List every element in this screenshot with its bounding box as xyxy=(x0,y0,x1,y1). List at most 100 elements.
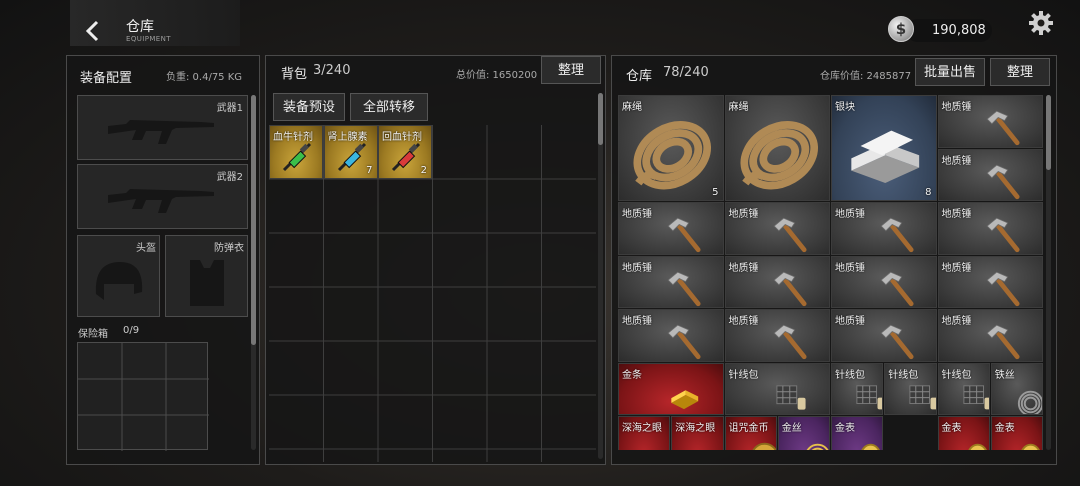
bulk-sell-button[interactable]: 批量出售 xyxy=(915,58,985,86)
item-name: 地质锤 xyxy=(835,209,865,220)
warehouse-item-slot[interactable]: 铁丝 xyxy=(990,362,1043,415)
hammer-icon xyxy=(878,322,918,361)
hammer-icon xyxy=(984,215,1024,254)
backpack-grid[interactable]: 血牛针剂 肾上腺素 7 回血针剂 2 xyxy=(269,125,596,462)
item-name: 地质锤 xyxy=(941,316,972,327)
warehouse-item-slot[interactable]: 地质锤 xyxy=(937,202,1043,255)
warehouse-item-slot[interactable]: 诅咒金币 xyxy=(724,416,777,450)
hammer-icon xyxy=(984,322,1024,361)
hammer-icon xyxy=(665,215,705,254)
warehouse-item-slot[interactable]: 金丝 xyxy=(777,416,830,450)
transfer-all-button[interactable]: 全部转移 xyxy=(350,93,428,121)
gold-bar-icon xyxy=(665,376,705,415)
item-name: 针线包 xyxy=(728,369,759,381)
helmet-slot[interactable]: 头盔 xyxy=(77,235,160,317)
helmet-label: 头盔 xyxy=(136,243,156,254)
warehouse-scrollbar[interactable] xyxy=(1046,95,1051,450)
warehouse-scroll-thumb[interactable] xyxy=(1046,95,1051,170)
warehouse-item-slot[interactable]: 地质锤 xyxy=(937,309,1043,362)
safebox-grid[interactable] xyxy=(77,342,209,451)
warehouse-item-slot[interactable]: 地质锤 xyxy=(831,202,937,255)
hammer-icon xyxy=(771,322,811,361)
warehouse-item-slot[interactable]: 地质锤 xyxy=(724,202,830,255)
warehouse-item-slot[interactable]: 金表 xyxy=(831,416,884,450)
warehouse-value: 仓库价值: 2485877 xyxy=(820,71,912,82)
item-name: 地质锤 xyxy=(941,102,972,113)
warehouse-item-slot[interactable]: 深海之眼 xyxy=(671,416,724,450)
warehouse-item-slot[interactable]: 地质锤 xyxy=(937,255,1043,308)
backpack-item-slot[interactable]: 血牛针剂 xyxy=(269,125,323,179)
equipment-scrollbar[interactable] xyxy=(251,95,256,450)
item-name: 地质锤 xyxy=(622,209,652,220)
warehouse-item-slot[interactable]: 银块 8 xyxy=(831,95,937,201)
warehouse-item-slot[interactable]: 地质锤 xyxy=(618,202,724,255)
weight-label: 负重: 0.4/75 KG xyxy=(166,72,243,83)
safebox-label: 保险箱 xyxy=(78,329,108,340)
warehouse-grid[interactable]: 麻绳 5 麻绳 银块 8 地质锤 地质锤 地质锤 地质锤 地质锤 地质锤 地质锤… xyxy=(618,95,1044,450)
warehouse-item-slot[interactable]: 地质锤 xyxy=(937,95,1043,148)
warehouse-item-slot[interactable]: 地质锤 xyxy=(724,309,830,362)
equipment-preset-button[interactable]: 装备预设 xyxy=(273,93,345,121)
warehouse-item-slot[interactable]: 麻绳 5 xyxy=(618,95,724,201)
warehouse-item-slot[interactable]: 地质锤 xyxy=(831,309,937,362)
warehouse-item-slot[interactable]: 针线包 xyxy=(831,362,884,415)
warehouse-item-slot[interactable]: 地质锤 xyxy=(724,255,830,308)
helmet-silhouette-icon xyxy=(95,262,143,300)
hammer-icon xyxy=(665,322,705,361)
backpack-item-slot[interactable]: 肾上腺素 7 xyxy=(323,125,378,179)
weapon1-label: 武器1 xyxy=(216,103,243,114)
warehouse-item-slot[interactable]: 深海之眼 xyxy=(618,416,671,450)
armor-label: 防弹衣 xyxy=(214,243,244,254)
silver-coin-icon: $ xyxy=(888,16,914,42)
warehouse-item-slot[interactable]: 金表 xyxy=(990,416,1043,450)
warehouse-item-slot[interactable]: 麻绳 xyxy=(724,95,830,201)
settings-button[interactable] xyxy=(1028,10,1054,41)
warehouse-item-slot[interactable]: 针线包 xyxy=(937,362,990,415)
silver-bar-icon xyxy=(839,109,932,201)
safebox-grid-lines xyxy=(78,343,209,451)
warehouse-item-slot[interactable]: 地质锤 xyxy=(937,148,1043,201)
backpack-scroll-thumb[interactable] xyxy=(598,93,603,145)
warehouse-item-slot[interactable]: 金表 xyxy=(937,416,990,450)
backpack-scrollbar[interactable] xyxy=(598,93,603,459)
warehouse-item-slot[interactable]: 针线包 xyxy=(884,362,937,415)
warehouse-sort-button[interactable]: 整理 xyxy=(990,58,1050,86)
weapon2-slot[interactable]: 武器2 xyxy=(77,164,248,229)
armor-silhouette-icon xyxy=(190,260,224,306)
rope-icon xyxy=(733,109,826,201)
item-name: 地质锤 xyxy=(622,262,652,274)
warehouse-item-slot[interactable]: 针线包 xyxy=(724,362,830,415)
backpack-count: 3/240 xyxy=(313,63,351,78)
backpack-sort-button[interactable]: 整理 xyxy=(541,56,601,84)
back-button[interactable] xyxy=(82,18,104,44)
warehouse-item-slot[interactable]: 金条 xyxy=(618,362,724,415)
sewing-kit-icon xyxy=(958,376,989,414)
hammer-icon xyxy=(771,215,811,254)
currency-display: 190,808 xyxy=(906,19,992,42)
item-count: 5 xyxy=(712,187,719,198)
warehouse-title: 仓库 xyxy=(626,69,653,84)
weapon2-label: 武器2 xyxy=(216,172,243,183)
rifle-silhouette-icon xyxy=(108,189,214,213)
weapon1-slot[interactable]: 武器1 xyxy=(77,95,248,160)
hammer-icon xyxy=(878,215,918,254)
sewing-kit-icon xyxy=(851,376,883,414)
syringe-icon xyxy=(391,142,421,172)
rope-icon xyxy=(626,109,719,201)
equipment-scroll-thumb[interactable] xyxy=(251,95,256,345)
sewing-kit-icon xyxy=(904,376,936,414)
armor-slot[interactable]: 防弹衣 xyxy=(165,235,248,317)
hammer-icon xyxy=(878,269,918,308)
warehouse-item-slot[interactable]: 地质锤 xyxy=(831,255,937,308)
warehouse-item-slot[interactable]: 地质锤 xyxy=(618,309,724,362)
gold-watch-icon xyxy=(851,429,882,450)
pearl-shell-icon xyxy=(638,429,669,450)
hammer-icon xyxy=(984,108,1024,147)
backpack-item-slot[interactable]: 回血针剂 2 xyxy=(378,125,432,179)
warehouse-item-slot[interactable]: 地质锤 xyxy=(618,255,724,308)
item-count: 7 xyxy=(366,165,373,176)
page-title: 仓库 xyxy=(126,19,154,35)
rifle-silhouette-icon xyxy=(108,120,214,144)
wire-icon xyxy=(1011,376,1042,415)
item-name: 地质锤 xyxy=(835,316,865,327)
